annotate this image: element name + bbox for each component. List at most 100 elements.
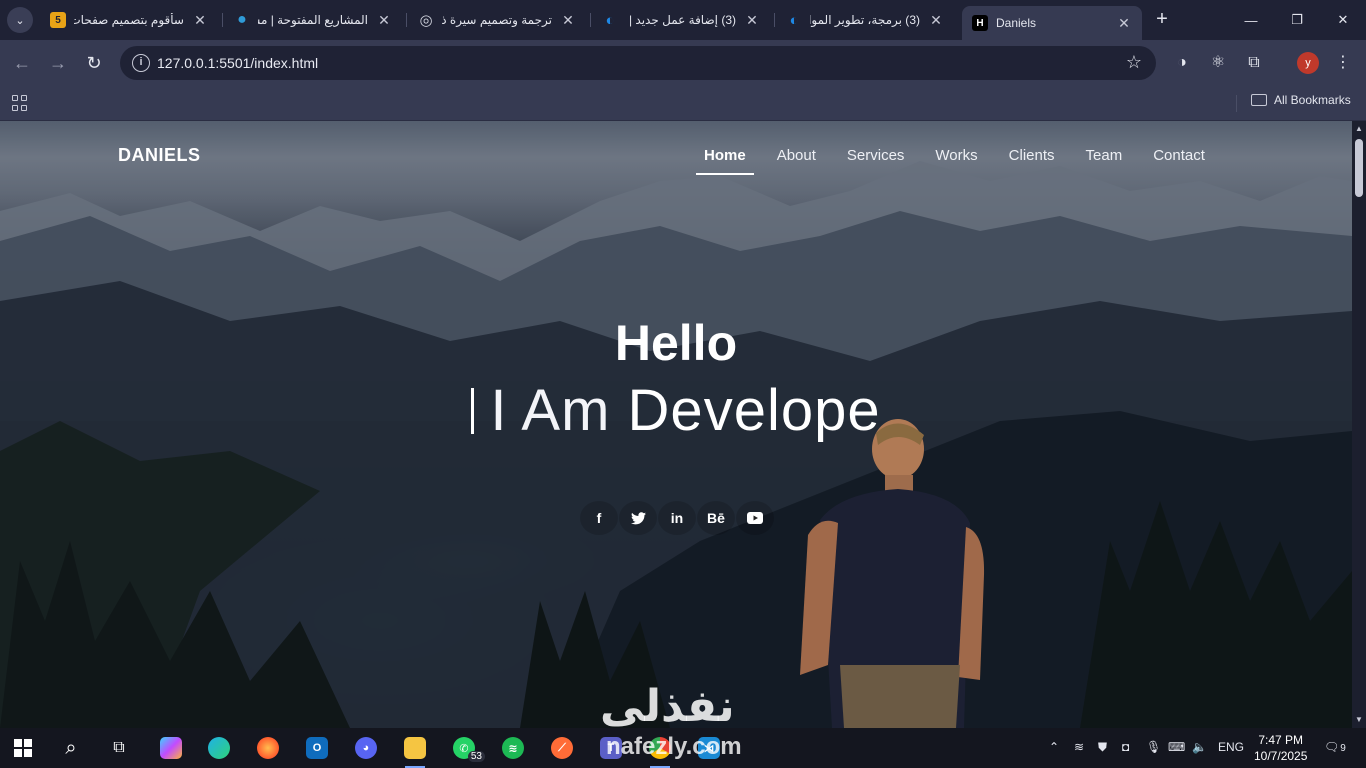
security-shield-icon[interactable]: ⛊ <box>1098 740 1107 755</box>
tab-favicon-icon: ◐ <box>605 11 615 29</box>
tab-favicon-icon: ● <box>237 11 247 28</box>
tab-daniels[interactable]: H Daniels ✕ <box>962 6 1142 40</box>
search-icon[interactable]: ⌕ <box>56 734 86 762</box>
tab-title: ترجمة وتصميم سيرة ذا <box>442 13 552 27</box>
apps-grid-icon[interactable] <box>12 95 28 111</box>
copilot-icon[interactable] <box>156 734 186 762</box>
arrow-left-icon: ← <box>13 53 31 73</box>
tab-search-button[interactable]: ⌄ <box>7 7 33 33</box>
outlook-icon[interactable]: O <box>302 734 332 762</box>
chevron-down-icon: ⌄ <box>15 14 25 27</box>
page-scrollbar[interactable]: ▲ ▼ <box>1352 121 1366 728</box>
menu-kebab-icon[interactable]: ⋮ <box>1332 52 1354 74</box>
all-bookmarks-label: All Bookmarks <box>1274 93 1351 107</box>
youtube-play-shape <box>747 512 763 524</box>
typing-cursor <box>471 388 475 434</box>
keyboard-ime-icon[interactable]: ⌨ <box>1168 740 1185 754</box>
scroll-down-icon[interactable]: ▼ <box>1352 714 1366 726</box>
page-viewport: DANIELS Home About Services Works Client… <box>0 121 1352 728</box>
tab-2[interactable]: ● المشاريع المفتوحة | مس ✕ <box>224 6 402 34</box>
tab-separator <box>406 13 407 27</box>
system-clock[interactable]: 7:47 PM 10/7/2025 <box>1254 732 1307 764</box>
extension-circle-icon[interactable]: ◑ <box>1171 52 1193 74</box>
behance-icon[interactable]: Bē <box>697 501 735 535</box>
tab-title: Daniels <box>996 16 1037 30</box>
wifi-icon[interactable]: ≋ <box>1074 740 1084 754</box>
minimize-button[interactable]: — <box>1228 0 1274 40</box>
profile-avatar[interactable]: y <box>1297 52 1319 74</box>
react-devtools-icon[interactable]: ⚛ <box>1207 52 1229 74</box>
whatsapp-badge: 53 <box>467 751 485 762</box>
tab-5[interactable]: ◐ (3) برمجة، تطوير الموا ✕ <box>776 6 954 34</box>
restore-button[interactable]: ❐ <box>1274 0 1320 40</box>
clock-date: 10/7/2025 <box>1254 749 1308 763</box>
tab-close-icon[interactable]: ✕ <box>928 12 944 29</box>
twitter-icon[interactable] <box>619 501 657 535</box>
tab-4[interactable]: ◐ (3) إضافة عمل جديد | ✕ <box>592 6 770 34</box>
microphone-icon[interactable]: 🎙 <box>1146 740 1161 754</box>
tab-title: (3) برمجة، تطوير الموا <box>810 13 920 27</box>
volume-icon[interactable]: 🔈 <box>1192 740 1207 754</box>
extensions-puzzle-icon[interactable]: ⧉ <box>1243 52 1265 74</box>
hero-tagline: I Am Develope <box>0 377 1352 444</box>
minimize-icon: — <box>1244 12 1258 28</box>
site-logo[interactable]: DANIELS <box>118 145 201 166</box>
camera-icon[interactable]: ◘ <box>1122 740 1129 754</box>
whatsapp-icon[interactable]: ✆ 53 <box>449 734 485 762</box>
nav-team[interactable]: Team <box>1078 145 1131 175</box>
chevron-up-icon[interactable]: ⌃ <box>1049 740 1059 754</box>
main-nav: Home About Services Works Clients Team C… <box>696 145 1228 175</box>
task-view-icon[interactable]: ⧉ <box>104 734 134 762</box>
discord-icon[interactable]: ◕ <box>351 734 381 762</box>
site-info-icon[interactable]: i <box>132 54 150 72</box>
youtube-icon[interactable] <box>736 501 774 535</box>
address-bar[interactable]: i 127.0.0.1:5501/index.html ☆ <box>120 46 1156 80</box>
tab-close-icon[interactable]: ✕ <box>192 12 208 29</box>
scroll-up-icon[interactable]: ▲ <box>1352 123 1366 135</box>
tab-favicon-icon: ◎ <box>419 12 433 29</box>
person-silhouette <box>800 419 985 728</box>
close-icon: ✕ <box>1337 12 1349 27</box>
clock-time: 7:47 PM <box>1258 733 1304 747</box>
nav-contact[interactable]: Contact <box>1145 145 1213 175</box>
forward-button[interactable]: → <box>46 51 70 75</box>
back-button[interactable]: ← <box>10 51 34 75</box>
tab-favicon-icon: ◐ <box>789 11 799 29</box>
nav-home[interactable]: Home <box>696 145 754 175</box>
tab-close-icon[interactable]: ✕ <box>744 12 760 29</box>
all-bookmarks-button[interactable]: All Bookmarks <box>1251 93 1351 107</box>
file-explorer-icon[interactable] <box>400 734 430 768</box>
url-text[interactable]: 127.0.0.1:5501/index.html <box>157 55 318 71</box>
tab-close-icon[interactable]: ✕ <box>1116 15 1132 32</box>
nav-about[interactable]: About <box>769 145 824 175</box>
firefox-icon[interactable] <box>253 734 283 762</box>
close-window-button[interactable]: ✕ <box>1320 0 1366 40</box>
tab-title: (3) إضافة عمل جديد | <box>628 13 736 27</box>
hero-tagline-word: Develope <box>627 378 881 443</box>
tab-separator <box>590 13 591 27</box>
new-tab-button[interactable]: + <box>1150 8 1174 32</box>
tab-close-icon[interactable]: ✕ <box>560 12 576 29</box>
notifications-icon[interactable]: 🗨9 <box>1324 740 1346 754</box>
spotify-icon[interactable]: ≋ <box>498 734 528 762</box>
tab-close-icon[interactable]: ✕ <box>376 12 392 29</box>
tab-1[interactable]: 5 سأقوم بتصميم صفحات ✕ <box>40 6 218 34</box>
bookmark-star-icon[interactable]: ☆ <box>1126 52 1142 73</box>
nav-services[interactable]: Services <box>839 145 913 175</box>
linkedin-icon[interactable]: in <box>658 501 696 535</box>
tab-favicon-icon: H <box>972 15 988 31</box>
arrow-right-icon: → <box>49 53 67 73</box>
start-button[interactable] <box>8 734 38 762</box>
restore-icon: ❐ <box>1291 12 1303 27</box>
reload-button[interactable]: ↻ <box>82 51 106 75</box>
facebook-icon[interactable]: f <box>580 501 618 535</box>
language-indicator[interactable]: ENG <box>1218 740 1244 754</box>
postman-icon[interactable]: ⟋ <box>547 734 577 762</box>
browser-toolbar: ← → ↻ i 127.0.0.1:5501/index.html ☆ ◑ ⚛ … <box>0 40 1366 86</box>
tab-3[interactable]: ◎ ترجمة وتصميم سيرة ذا ✕ <box>408 6 586 34</box>
bookmarks-separator <box>1236 95 1237 112</box>
scroll-thumb[interactable] <box>1355 139 1363 197</box>
edge-icon[interactable] <box>204 734 234 762</box>
nav-clients[interactable]: Clients <box>1001 145 1063 175</box>
nav-works[interactable]: Works <box>927 145 985 175</box>
